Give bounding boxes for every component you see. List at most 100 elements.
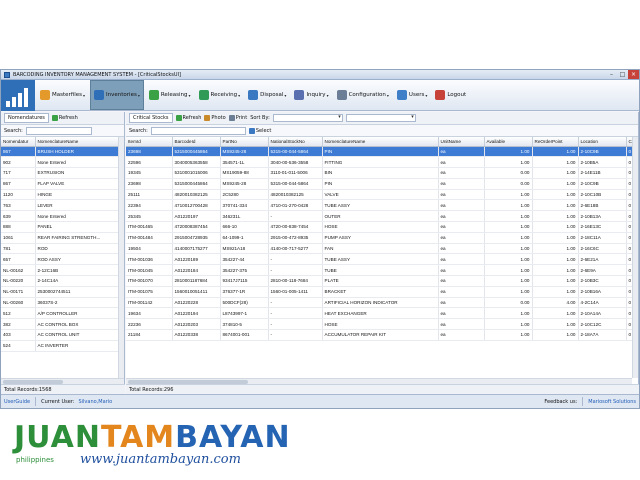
photo-button[interactable]: Photo	[204, 115, 226, 121]
down-arrow-icon	[198, 90, 209, 100]
table-row[interactable]: ITM-001075 1560010051411 376377-1R 1560-01-…	[126, 286, 636, 298]
sort-by-select[interactable]	[272, 114, 343, 122]
nomenclature-search-input[interactable]	[25, 126, 92, 135]
table-row[interactable]: ITM-001142 A01220228 500DCF(28) - ARTIFICIAL…	[126, 297, 636, 309]
table-row[interactable]: 19504 4140007175277 MS921A18 4140-00-717-52…	[126, 243, 636, 255]
column-header[interactable]: BarcodeId	[172, 137, 221, 147]
toolbar-receiving-button[interactable]: Receiving ▾	[196, 84, 244, 106]
table-row[interactable]: 22596 3040005363558 354571-1L 3040-00-536-3…	[126, 156, 636, 169]
table-cell: ea	[438, 253, 485, 266]
table-cell: 666-10	[220, 221, 269, 233]
table-row[interactable]: 21184 A01220338 8674001-001- ACCUMULATOR RE…	[126, 329, 636, 341]
toolbar-disposal-button[interactable]: Disposal ▾	[245, 84, 289, 106]
table-row[interactable]: 19345 5310001015006 MS19059-88 3110-01-011-…	[126, 167, 636, 179]
table-row[interactable]: ITM-001070 2810001187684 93417J7115 2810-00…	[126, 275, 636, 287]
table-cell: 2-16C6C	[578, 243, 627, 255]
magnifier-icon	[294, 90, 305, 100]
table-cell: 1.00	[484, 199, 533, 212]
minimize-icon[interactable]: –	[606, 70, 617, 79]
nomenclature-table: Nomendatur NomenclatureName 867 BRUSH HOLD…	[1, 137, 120, 352]
table-cell: L8743997-1	[220, 307, 269, 320]
table-row[interactable]: 888 PANEL	[1, 221, 120, 233]
table-cell: 1.00	[532, 243, 579, 255]
toolbar-logout-button[interactable]: Logout	[432, 84, 469, 106]
table-cell: 2530002744511	[35, 286, 120, 298]
column-header[interactable]: Location	[578, 137, 627, 147]
table-row[interactable]: 22394 4710012700428 370741-334 4710-01-270-…	[126, 199, 636, 212]
table-cell: PUMP ASSY	[322, 232, 439, 244]
chevron-down-icon: ▾	[188, 92, 191, 98]
column-header[interactable]: UnitName	[438, 137, 485, 147]
table-row[interactable]: 524 AC INVERTER	[1, 340, 120, 352]
table-cell: 2-14E11B	[578, 167, 627, 179]
column-header[interactable]: PartNo	[220, 137, 269, 147]
table-row[interactable]: 23698 5315000445864 MS9245-28 5315-00-044-5…	[126, 178, 636, 190]
sort-order-select[interactable]	[345, 114, 416, 122]
maximize-icon[interactable]: □	[617, 70, 628, 79]
table-cell: 2915004728935	[172, 232, 221, 244]
column-header[interactable]: NomenclatureName	[35, 137, 120, 147]
table-row[interactable]: NL-00220 2-14C14A	[1, 275, 120, 287]
table-cell: -	[268, 329, 323, 341]
table-row[interactable]: 403 AC CONTROL UNIT	[1, 329, 120, 341]
company-link[interactable]: Mariosoft Solutions	[588, 399, 636, 405]
table-row[interactable]: ITM-001484 2915004728935 64-1099-1 2915-00-…	[126, 232, 636, 244]
table-row[interactable]: ITM-001045 A01220184 354227-375- TUBE ea 1.00…	[126, 264, 636, 277]
table-row[interactable]: 867 BRUSH HOLDER	[1, 146, 120, 158]
vertical-scrollbar[interactable]	[632, 137, 638, 378]
column-header[interactable]: Nomendatur	[1, 137, 36, 147]
table-row[interactable]: 657 ROD ASSY	[1, 253, 120, 266]
table-row[interactable]: ITM-001465 4720008387454 666-10 4720-00-838…	[126, 221, 636, 233]
table-row[interactable]: 382 AC CONTROL BOX	[1, 318, 120, 331]
table-row[interactable]: NL-00171 2530002744511	[1, 286, 120, 298]
user-guide-link[interactable]: UserGuide	[4, 399, 30, 405]
column-header[interactable]: Available	[484, 137, 533, 147]
table-row[interactable]: 781 ROD	[1, 243, 120, 255]
table-row[interactable]: 717 EXTRUSION	[1, 167, 120, 179]
table-row[interactable]: 867 FLAP VALVE	[1, 178, 120, 190]
column-header[interactable]: ReOrderPoint	[532, 137, 579, 147]
table-row[interactable]: 25111 4820010382125 2C5280 4820010382125 VAL…	[126, 189, 636, 201]
table-cell: 867	[1, 178, 36, 190]
refresh-button[interactable]: Refresh	[51, 115, 78, 121]
table-row[interactable]: 902 None Entered	[1, 156, 120, 169]
table-row[interactable]: 512 A/P CONTROLLER	[1, 307, 120, 320]
tab-nomendatures[interactable]: Nomendatures	[4, 113, 49, 123]
table-row[interactable]: 22236 A01220203 374810-5- HOSE ea 1.00 1.00 2-1…	[126, 318, 636, 331]
table-cell: 3040005363558	[172, 156, 221, 169]
toolbar-inventories-button[interactable]: Inventories ▾	[90, 80, 144, 110]
close-icon[interactable]: ×	[628, 70, 639, 79]
toolbar-label: Logout	[447, 92, 467, 98]
table-cell: ITM-001142	[126, 297, 173, 309]
print-button[interactable]: Print	[228, 115, 247, 121]
refresh-button[interactable]: Refresh	[175, 115, 201, 121]
select-button[interactable]: Select	[248, 127, 271, 134]
table-row[interactable]: 1120 HINGE	[1, 189, 120, 201]
table-cell: 1.00	[532, 307, 579, 320]
table-row[interactable]: ITM-001036 A01220189 354227-44- TUBE ASSY ea…	[126, 253, 636, 266]
toolbar-masterfiles-button[interactable]: Masterfiles ▾	[37, 84, 88, 106]
table-row[interactable]: 639 None Entered	[1, 210, 120, 223]
table-cell: 1.00	[484, 307, 533, 320]
tab-critical-stocks[interactable]: Critical Stocks	[129, 113, 173, 123]
critical-stocks-search-input[interactable]	[150, 126, 246, 135]
toolbar-inquiry-button[interactable]: Inquiry ▾	[291, 84, 331, 106]
critical-stocks-total: Total Records:296	[126, 384, 639, 394]
table-row[interactable]: 25345 A01220197 346231L - OUTER ea 1.00 1.00 2-1…	[126, 210, 636, 223]
table-row[interactable]: 19634 A01220194 L8743997-1- HEAT EXCHANGER e…	[126, 307, 636, 320]
table-row[interactable]: 763 LEVER	[1, 199, 120, 212]
table-cell: VALVE	[322, 189, 439, 201]
table-row[interactable]: NL-00162 2-12C16B	[1, 264, 120, 277]
toolbar-configuration-button[interactable]: Configuration ▾	[334, 84, 392, 106]
toolbar-releasing-button[interactable]: Releasing ▾	[146, 84, 194, 106]
toolbar-users-button[interactable]: Users ▾	[394, 84, 430, 106]
vertical-scrollbar[interactable]	[118, 137, 124, 378]
table-cell: HINGE	[35, 189, 120, 201]
column-header[interactable]: ItemId	[126, 137, 173, 147]
table-cell: 8674001-001	[220, 329, 269, 341]
table-row[interactable]: 1061 REAR FAIRING STRENGTH...	[1, 232, 120, 244]
column-header[interactable]: NationalStockNo	[268, 137, 323, 147]
table-row[interactable]: NL-00260 36037S-2	[1, 297, 120, 309]
table-row[interactable]: 23698 5315000445864 MS9245-28 5315-00-044-5…	[126, 146, 636, 158]
column-header[interactable]: NomenclatureName	[322, 137, 439, 147]
